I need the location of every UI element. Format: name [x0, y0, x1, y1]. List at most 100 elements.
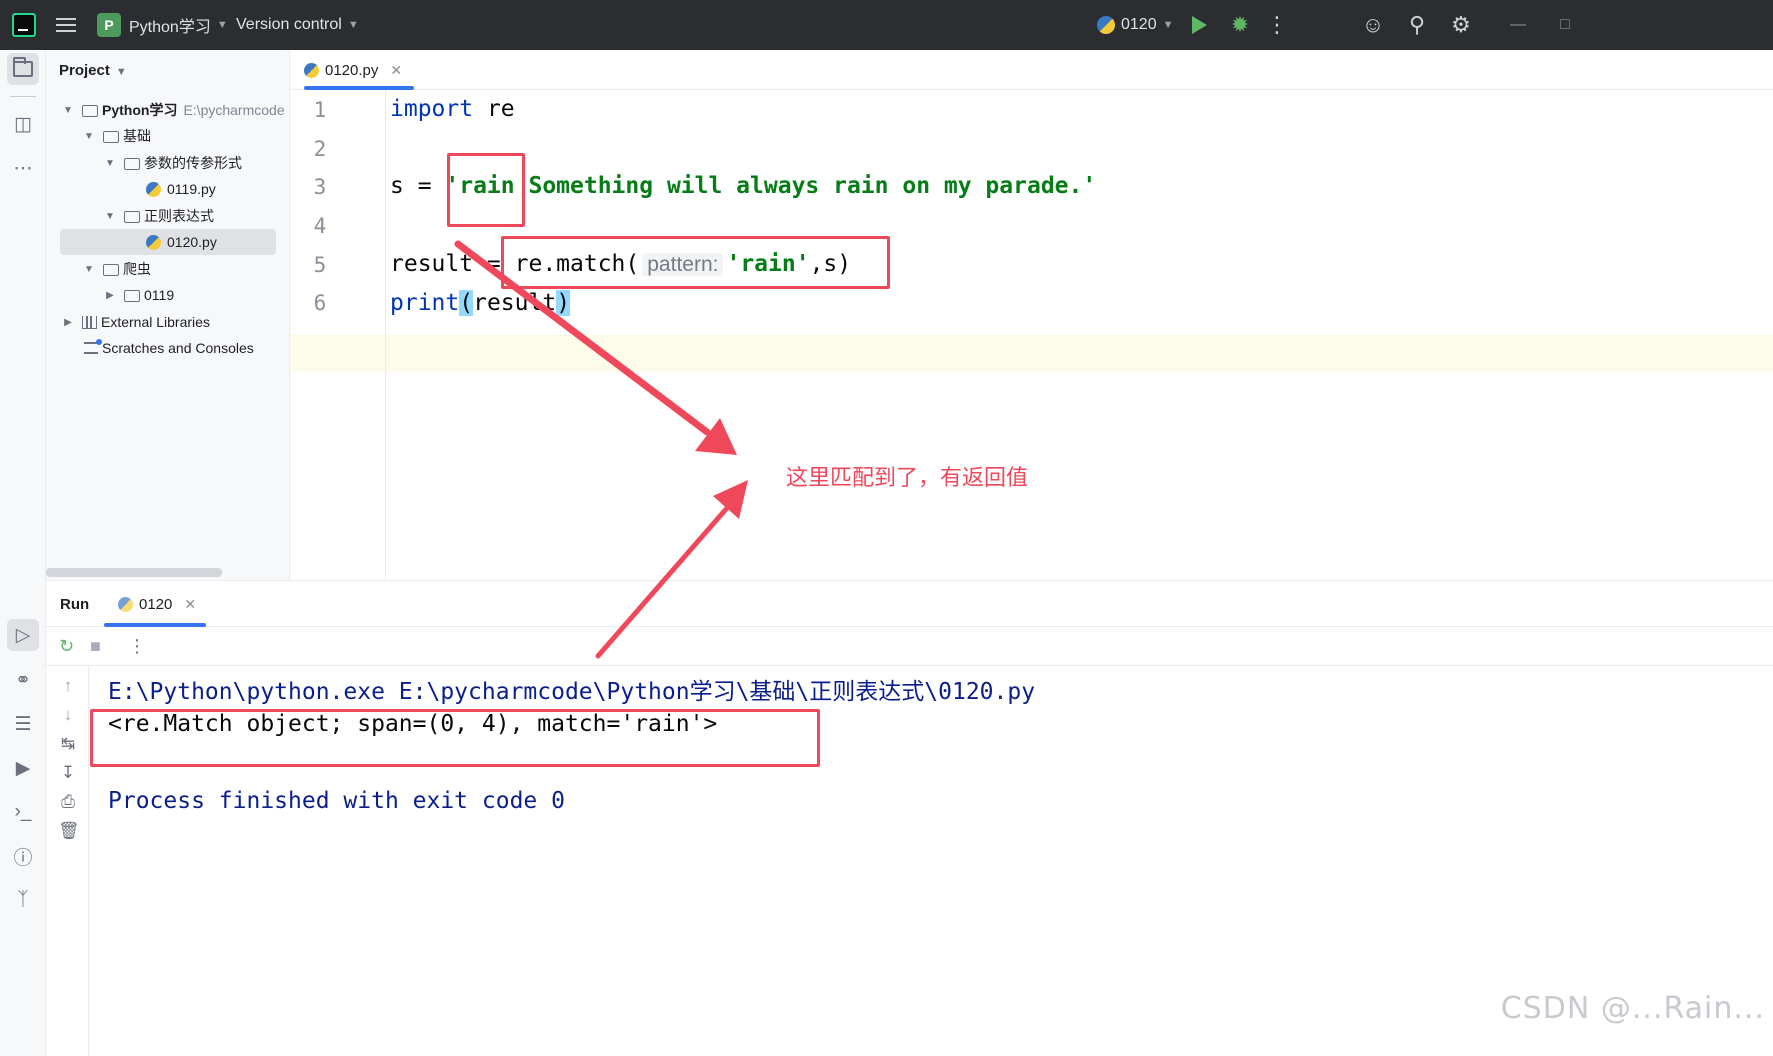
- add-user-icon: ☺: [1361, 12, 1385, 37]
- code-line-1[interactable]: import re: [390, 96, 515, 122]
- line-number: 4: [313, 214, 327, 238]
- run-tab-label: 0120: [139, 596, 173, 613]
- tree-node-external-libraries[interactable]: ▶ External Libraries: [62, 309, 210, 335]
- chevron-right-icon: ▶: [64, 316, 72, 328]
- scratches-icon: [84, 339, 102, 354]
- vcs-label: Version control: [236, 16, 342, 33]
- project-name: Python学习: [129, 19, 211, 36]
- vcs-switcher[interactable]: Version control ▼: [236, 0, 359, 50]
- tree-node-label: External Libraries: [101, 314, 210, 330]
- close-icon[interactable]: ✕: [184, 596, 196, 613]
- tree-node-file[interactable]: 0119.py: [146, 176, 216, 202]
- project-panel-header[interactable]: Project ▼: [59, 62, 127, 79]
- python-file-icon: [146, 181, 161, 197]
- settings-icon: ⚙: [1451, 12, 1471, 37]
- editor-tab-0120[interactable]: 0120.py ✕: [304, 50, 402, 90]
- tree-node-label: 爬虫: [123, 261, 151, 277]
- horizontal-scrollbar[interactable]: [46, 568, 222, 577]
- tree-node-label: 正则表达式: [144, 208, 214, 224]
- structure-tool-button[interactable]: ◫: [7, 108, 39, 140]
- run-config-label: 0120: [1121, 16, 1157, 33]
- tree-node-folder[interactable]: ▼ 基础: [83, 123, 151, 149]
- minimize-icon: —: [1510, 16, 1526, 33]
- more-icon[interactable]: ⋮: [128, 636, 146, 657]
- app-logo: [12, 0, 36, 50]
- run-tab-bar: Run 0120 ✕: [46, 581, 1773, 627]
- run-button[interactable]: [1192, 0, 1207, 50]
- matched-paren: ): [556, 290, 571, 316]
- project-tool-button[interactable]: [7, 53, 39, 85]
- run-toolbar: ↻ ■ ⋮: [46, 628, 1773, 666]
- tree-node-path: E:\pycharmcode: [183, 102, 285, 118]
- python-icon: [118, 597, 133, 612]
- tree-node-folder[interactable]: ▼ 爬虫: [83, 256, 151, 282]
- git-icon: ᛉ: [17, 889, 29, 910]
- close-icon[interactable]: ✕: [390, 62, 402, 79]
- string-literal: 'rain Something will always rain on my p…: [445, 173, 1097, 199]
- terminal-icon: ›_: [14, 801, 32, 822]
- builtin-function: print: [390, 290, 460, 316]
- settings-button[interactable]: ⚙: [1446, 0, 1476, 50]
- code-with-me-button[interactable]: ☺: [1358, 0, 1388, 50]
- layers-tool-button[interactable]: ☰: [7, 708, 39, 740]
- python-icon: [1097, 16, 1115, 34]
- more-actions-button[interactable]: ⋮: [1262, 0, 1292, 50]
- folder-icon: [124, 211, 140, 223]
- folder-icon: [124, 158, 140, 170]
- code-text: re: [473, 96, 515, 122]
- tree-node-label: Scratches and Consoles: [102, 340, 254, 356]
- python-console-tool-button[interactable]: ⚭: [7, 664, 39, 696]
- trash-icon[interactable]: 🗑: [58, 821, 80, 841]
- soft-wrap-icon[interactable]: ↹: [58, 734, 78, 754]
- chevron-down-icon: ▼: [84, 263, 94, 275]
- line-number: 1: [313, 98, 327, 122]
- run-panel-title: Run: [60, 596, 90, 613]
- maximize-button[interactable]: □: [1550, 0, 1580, 50]
- tree-node-folder[interactable]: ▶ 0119: [104, 282, 174, 308]
- git-tool-button[interactable]: ᛉ: [7, 884, 39, 916]
- terminal-tool-button[interactable]: ›_: [7, 796, 39, 828]
- arrow-down-icon[interactable]: ↓: [58, 705, 78, 725]
- tree-node-root[interactable]: ▼ Python学习 E:\pycharmcode: [62, 97, 285, 123]
- tree-node-label: 参数的传参形式: [144, 155, 242, 171]
- main-menu-button[interactable]: [56, 0, 76, 50]
- more-tools-button[interactable]: ⋯: [7, 152, 39, 184]
- hamburger-icon: [56, 18, 76, 32]
- tree-node-scratches[interactable]: Scratches and Consoles: [84, 335, 254, 361]
- run-icon: ▷: [15, 624, 31, 646]
- more-icon: ⋯: [13, 157, 33, 179]
- scroll-to-end-icon[interactable]: ↧: [58, 763, 78, 783]
- line-number: 5: [313, 253, 327, 277]
- search-everywhere-button[interactable]: ⚲: [1402, 0, 1432, 50]
- annotation-box-string: [447, 153, 525, 227]
- debug-button[interactable]: ✹: [1225, 0, 1255, 50]
- rerun-icon[interactable]: ↻: [59, 636, 74, 657]
- folder-icon: [124, 290, 140, 302]
- code-line-6[interactable]: print(result): [390, 290, 571, 316]
- annotation-box-match-call: [501, 236, 890, 289]
- run-icon: [1192, 16, 1207, 34]
- minimize-button[interactable]: —: [1503, 0, 1533, 50]
- tree-node-label: 基础: [123, 128, 151, 144]
- tree-node-folder[interactable]: ▼ 参数的传参形式: [104, 150, 242, 176]
- print-icon[interactable]: ⎙: [58, 792, 78, 812]
- maximize-icon: □: [1560, 16, 1570, 33]
- tree-node-file-selected[interactable]: 0120.py: [60, 229, 276, 255]
- run-tab-0120[interactable]: 0120 ✕: [118, 596, 196, 613]
- chevron-down-icon: ▼: [105, 157, 115, 169]
- stop-icon[interactable]: ■: [90, 636, 101, 657]
- problems-tool-button[interactable]: ⓘ: [7, 840, 39, 872]
- tree-node-folder[interactable]: ▼ 正则表达式: [104, 203, 214, 229]
- project-badge: P: [97, 13, 121, 37]
- run-tool-button[interactable]: ▷: [7, 619, 39, 651]
- library-icon: [82, 315, 97, 329]
- structure-icon: ◫: [14, 113, 32, 135]
- project-switcher[interactable]: P Python学习 ▼: [97, 0, 228, 50]
- arrow-up-icon[interactable]: ↑: [58, 676, 78, 696]
- services-tool-button[interactable]: ▶: [7, 752, 39, 784]
- line-number: 6: [313, 291, 327, 315]
- debug-icon: ✹: [1230, 12, 1250, 37]
- run-config-selector[interactable]: 0120 ▼: [1097, 0, 1173, 50]
- editor-tab-bar: 0120.py ✕: [290, 50, 1773, 90]
- code-text: result: [473, 290, 557, 316]
